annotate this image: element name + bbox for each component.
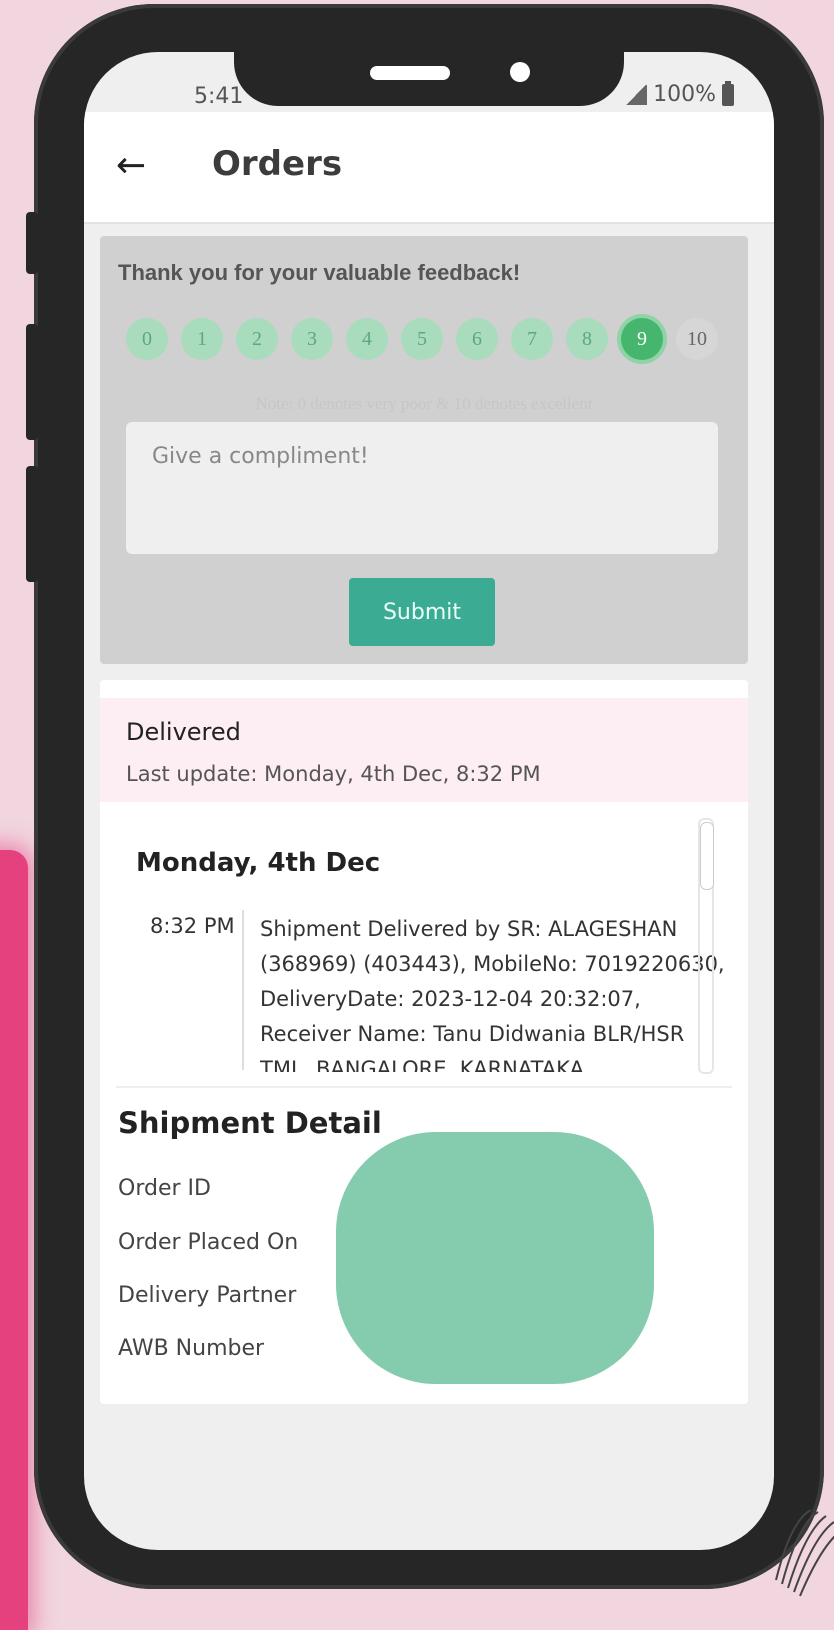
- awb-number-label: AWB Number: [118, 1336, 265, 1361]
- phone-notch: [234, 40, 624, 106]
- timeline-event-text: Shipment Delivered by SR: ALAGESHAN (368…: [260, 917, 725, 1072]
- phone-side-button: [26, 212, 38, 274]
- score-option-4[interactable]: 4: [346, 318, 388, 360]
- timeline-day-heading: Monday, 4th Dec: [136, 848, 381, 878]
- last-update-text: Last update: Monday, 4th Dec, 8:32 PM: [126, 762, 541, 786]
- front-camera: [510, 62, 530, 82]
- score-option-8[interactable]: 8: [566, 318, 608, 360]
- status-time: 5:41: [194, 84, 244, 109]
- redaction-overlay: [336, 1132, 654, 1384]
- app-bar: ← Orders: [84, 112, 774, 224]
- delivery-status: Delivered: [126, 718, 241, 746]
- feedback-thanks-text: Thank you for your valuable feedback!: [118, 260, 521, 285]
- speaker-grille: [370, 66, 450, 80]
- phone-side-button: [26, 466, 38, 582]
- score-option-9-selected[interactable]: 9: [621, 318, 663, 360]
- delivery-partner-label: Delivery Partner: [118, 1283, 297, 1308]
- nps-score-selector: 0 1 2 3 4 5 6 7 8 9 10: [126, 318, 718, 360]
- order-id-label: Order ID: [118, 1176, 211, 1201]
- score-option-2[interactable]: 2: [236, 318, 278, 360]
- score-option-0[interactable]: 0: [126, 318, 168, 360]
- submit-button[interactable]: Submit: [349, 578, 495, 646]
- score-option-1[interactable]: 1: [181, 318, 223, 360]
- score-option-6[interactable]: 6: [456, 318, 498, 360]
- timeline-scrollbar[interactable]: [698, 818, 714, 1074]
- phone-power-button: [808, 362, 820, 548]
- arrow-left-icon[interactable]: ←: [116, 146, 146, 186]
- timeline-line: [242, 910, 244, 1070]
- compliment-placeholder: Give a compliment!: [152, 444, 369, 469]
- phone-side-button: [26, 324, 38, 440]
- scrollbar-thumb[interactable]: [700, 822, 714, 890]
- feedback-card: Thank you for your valuable feedback! 0 …: [100, 236, 748, 664]
- order-placed-on-label: Order Placed On: [118, 1230, 299, 1255]
- battery-icon: [722, 80, 734, 106]
- compliment-input[interactable]: Give a compliment!: [126, 422, 718, 554]
- battery-percent: 100%: [653, 82, 716, 107]
- score-option-3[interactable]: 3: [291, 318, 333, 360]
- score-option-5[interactable]: 5: [401, 318, 443, 360]
- signal-icon: [625, 84, 648, 105]
- page-title: Orders: [212, 144, 343, 184]
- delivery-status-banner: Delivered Last update: Monday, 4th Dec, …: [100, 698, 748, 802]
- section-divider: [116, 1086, 732, 1088]
- score-option-10[interactable]: 10: [676, 318, 718, 360]
- status-icons: 100%: [625, 80, 734, 107]
- decorative-pink-bar: [0, 850, 28, 1630]
- whisk-doodle-icon: [775, 1509, 834, 1597]
- shipment-detail-title: Shipment Detail: [118, 1106, 382, 1140]
- timeline-event-time: 8:32 PM: [150, 914, 235, 938]
- score-option-7[interactable]: 7: [511, 318, 553, 360]
- score-scale-note: Note: 0 denotes very poor & 10 denotes e…: [255, 394, 593, 413]
